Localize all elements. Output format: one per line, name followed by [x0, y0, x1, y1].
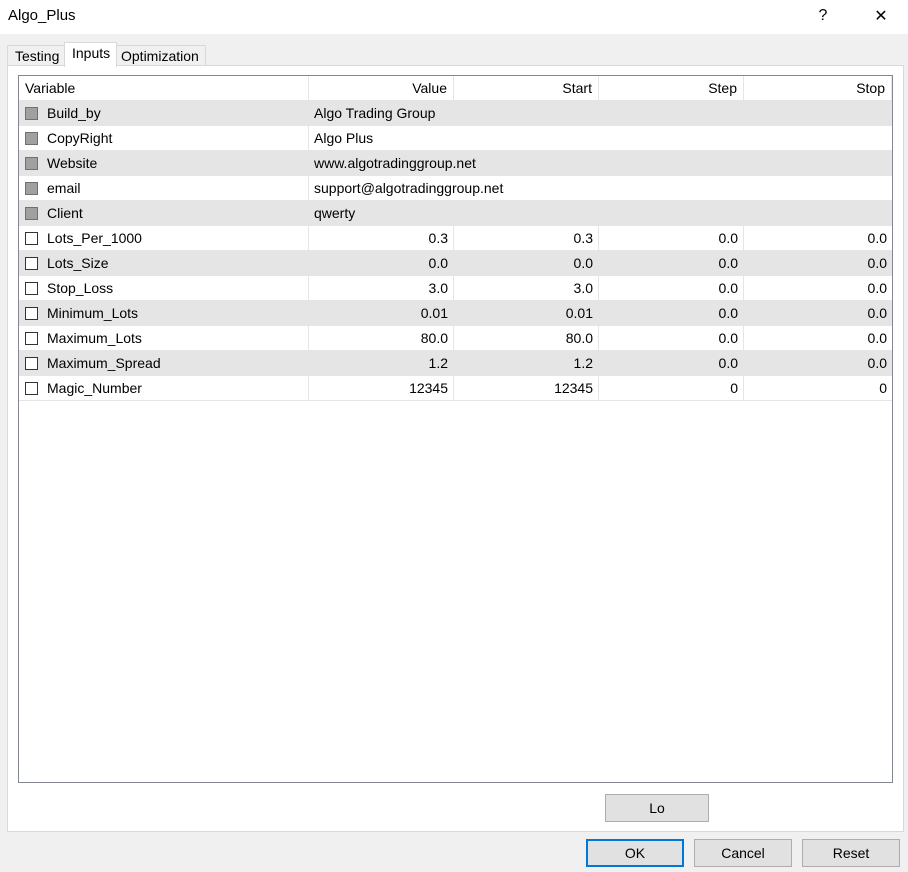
help-icon: ?	[818, 7, 828, 24]
table-row[interactable]: Stop_Loss 3.0 3.0 0.0 0.0	[19, 276, 892, 301]
optimize-checkbox[interactable]	[25, 306, 38, 320]
value-cell[interactable]: www.algotradinggroup.net	[309, 151, 892, 175]
close-button[interactable]: ✕	[858, 0, 904, 32]
inputs-grid[interactable]: Variable Value Start Step Stop Build_by …	[18, 75, 893, 783]
optimize-checkbox[interactable]	[25, 281, 38, 295]
grid-header: Variable Value Start Step Stop	[19, 76, 892, 101]
variable-name: Lots_Per_1000	[47, 230, 142, 246]
value-cell[interactable]: 0.01	[309, 301, 454, 325]
table-row[interactable]: Website www.algotradinggroup.net	[19, 151, 892, 176]
optimize-checkbox[interactable]	[25, 231, 38, 245]
optimize-checkbox	[25, 181, 38, 195]
tab-inputs[interactable]: Inputs	[64, 42, 118, 67]
step-cell[interactable]: 0	[599, 376, 744, 400]
start-cell[interactable]: 3.0	[454, 276, 599, 300]
tab-testing[interactable]: Testing	[7, 45, 67, 66]
column-header-variable[interactable]: Variable	[19, 76, 309, 101]
stop-cell[interactable]: 0.0	[744, 351, 892, 375]
start-cell[interactable]: 0.01	[454, 301, 599, 325]
table-row[interactable]: Magic_Number 12345 12345 0 0	[19, 376, 892, 401]
column-header-step[interactable]: Step	[599, 76, 744, 101]
step-cell[interactable]: 0.0	[599, 326, 744, 350]
start-cell[interactable]: 0.3	[454, 226, 599, 250]
stop-cell[interactable]: 0.0	[744, 251, 892, 275]
help-button[interactable]: ?	[800, 0, 846, 32]
reset-button[interactable]: Reset	[802, 839, 900, 867]
title-bar: Algo_Plus ? ✕	[0, 0, 908, 34]
optimize-checkbox[interactable]	[25, 381, 38, 395]
start-cell[interactable]: 0.0	[454, 251, 599, 275]
stop-cell[interactable]: 0.0	[744, 276, 892, 300]
cancel-button[interactable]: Cancel	[694, 839, 792, 867]
table-row[interactable]: Maximum_Lots 80.0 80.0 0.0 0.0	[19, 326, 892, 351]
window-title: Algo_Plus	[8, 7, 76, 24]
variable-name: Minimum_Lots	[47, 305, 139, 321]
variable-name: Client	[47, 205, 83, 221]
value-cell[interactable]: 0.3	[309, 226, 454, 250]
step-cell[interactable]: 0.0	[599, 251, 744, 275]
table-row[interactable]: Minimum_Lots 0.01 0.01 0.0 0.0	[19, 301, 892, 326]
optimize-checkbox[interactable]	[25, 356, 38, 370]
value-cell[interactable]: Algo Plus	[309, 126, 892, 150]
optimize-checkbox	[25, 206, 38, 220]
value-cell[interactable]: support@algotradinggroup.net	[309, 176, 892, 200]
table-row[interactable]: email support@algotradinggroup.net	[19, 176, 892, 201]
start-cell[interactable]: 12345	[454, 376, 599, 400]
value-cell[interactable]: 80.0	[309, 326, 454, 350]
variable-name: Website	[47, 155, 98, 171]
value-cell[interactable]: 1.2	[309, 351, 454, 375]
value-cell[interactable]: Algo Trading Group	[309, 101, 892, 125]
close-icon: ✕	[874, 8, 888, 25]
column-header-stop[interactable]: Stop	[744, 76, 892, 101]
table-row[interactable]: Maximum_Spread 1.2 1.2 0.0 0.0	[19, 351, 892, 376]
table-row[interactable]: Lots_Size 0.0 0.0 0.0 0.0	[19, 251, 892, 276]
table-row[interactable]: Build_by Algo Trading Group	[19, 101, 892, 126]
step-cell[interactable]: 0.0	[599, 276, 744, 300]
variable-name: Maximum_Spread	[47, 355, 161, 371]
step-cell[interactable]: 0.0	[599, 226, 744, 250]
table-row[interactable]: CopyRight Algo Plus	[19, 126, 892, 151]
table-row[interactable]: Lots_Per_1000 0.3 0.3 0.0 0.0	[19, 226, 892, 251]
load-button[interactable]: Lo	[605, 794, 709, 822]
stop-cell[interactable]: 0.0	[744, 326, 892, 350]
table-row[interactable]: Client qwerty	[19, 201, 892, 226]
optimize-checkbox[interactable]	[25, 331, 38, 345]
value-cell[interactable]: qwerty	[309, 201, 892, 225]
variable-name: Lots_Size	[47, 255, 109, 271]
value-cell[interactable]: 0.0	[309, 251, 454, 275]
value-cell[interactable]: 12345	[309, 376, 454, 400]
variable-name: email	[47, 180, 81, 196]
optimize-checkbox	[25, 131, 38, 145]
stop-cell[interactable]: 0.0	[744, 226, 892, 250]
column-header-value[interactable]: Value	[309, 76, 454, 101]
stop-cell[interactable]: 0.0	[744, 301, 892, 325]
variable-name: Stop_Loss	[47, 280, 114, 296]
step-cell[interactable]: 0.0	[599, 301, 744, 325]
variable-name: Maximum_Lots	[47, 330, 142, 346]
optimize-checkbox	[25, 106, 38, 120]
optimize-checkbox[interactable]	[25, 256, 38, 270]
stop-cell[interactable]: 0	[744, 376, 892, 400]
start-cell[interactable]: 1.2	[454, 351, 599, 375]
optimize-checkbox	[25, 156, 38, 170]
variable-name: CopyRight	[47, 130, 113, 146]
start-cell[interactable]: 80.0	[454, 326, 599, 350]
variable-name: Magic_Number	[47, 380, 142, 396]
step-cell[interactable]: 0.0	[599, 351, 744, 375]
ok-button[interactable]: OK	[586, 839, 684, 867]
variable-name: Build_by	[47, 105, 101, 121]
tab-optimization[interactable]: Optimization	[113, 45, 206, 66]
column-header-start[interactable]: Start	[454, 76, 599, 101]
value-cell[interactable]: 3.0	[309, 276, 454, 300]
